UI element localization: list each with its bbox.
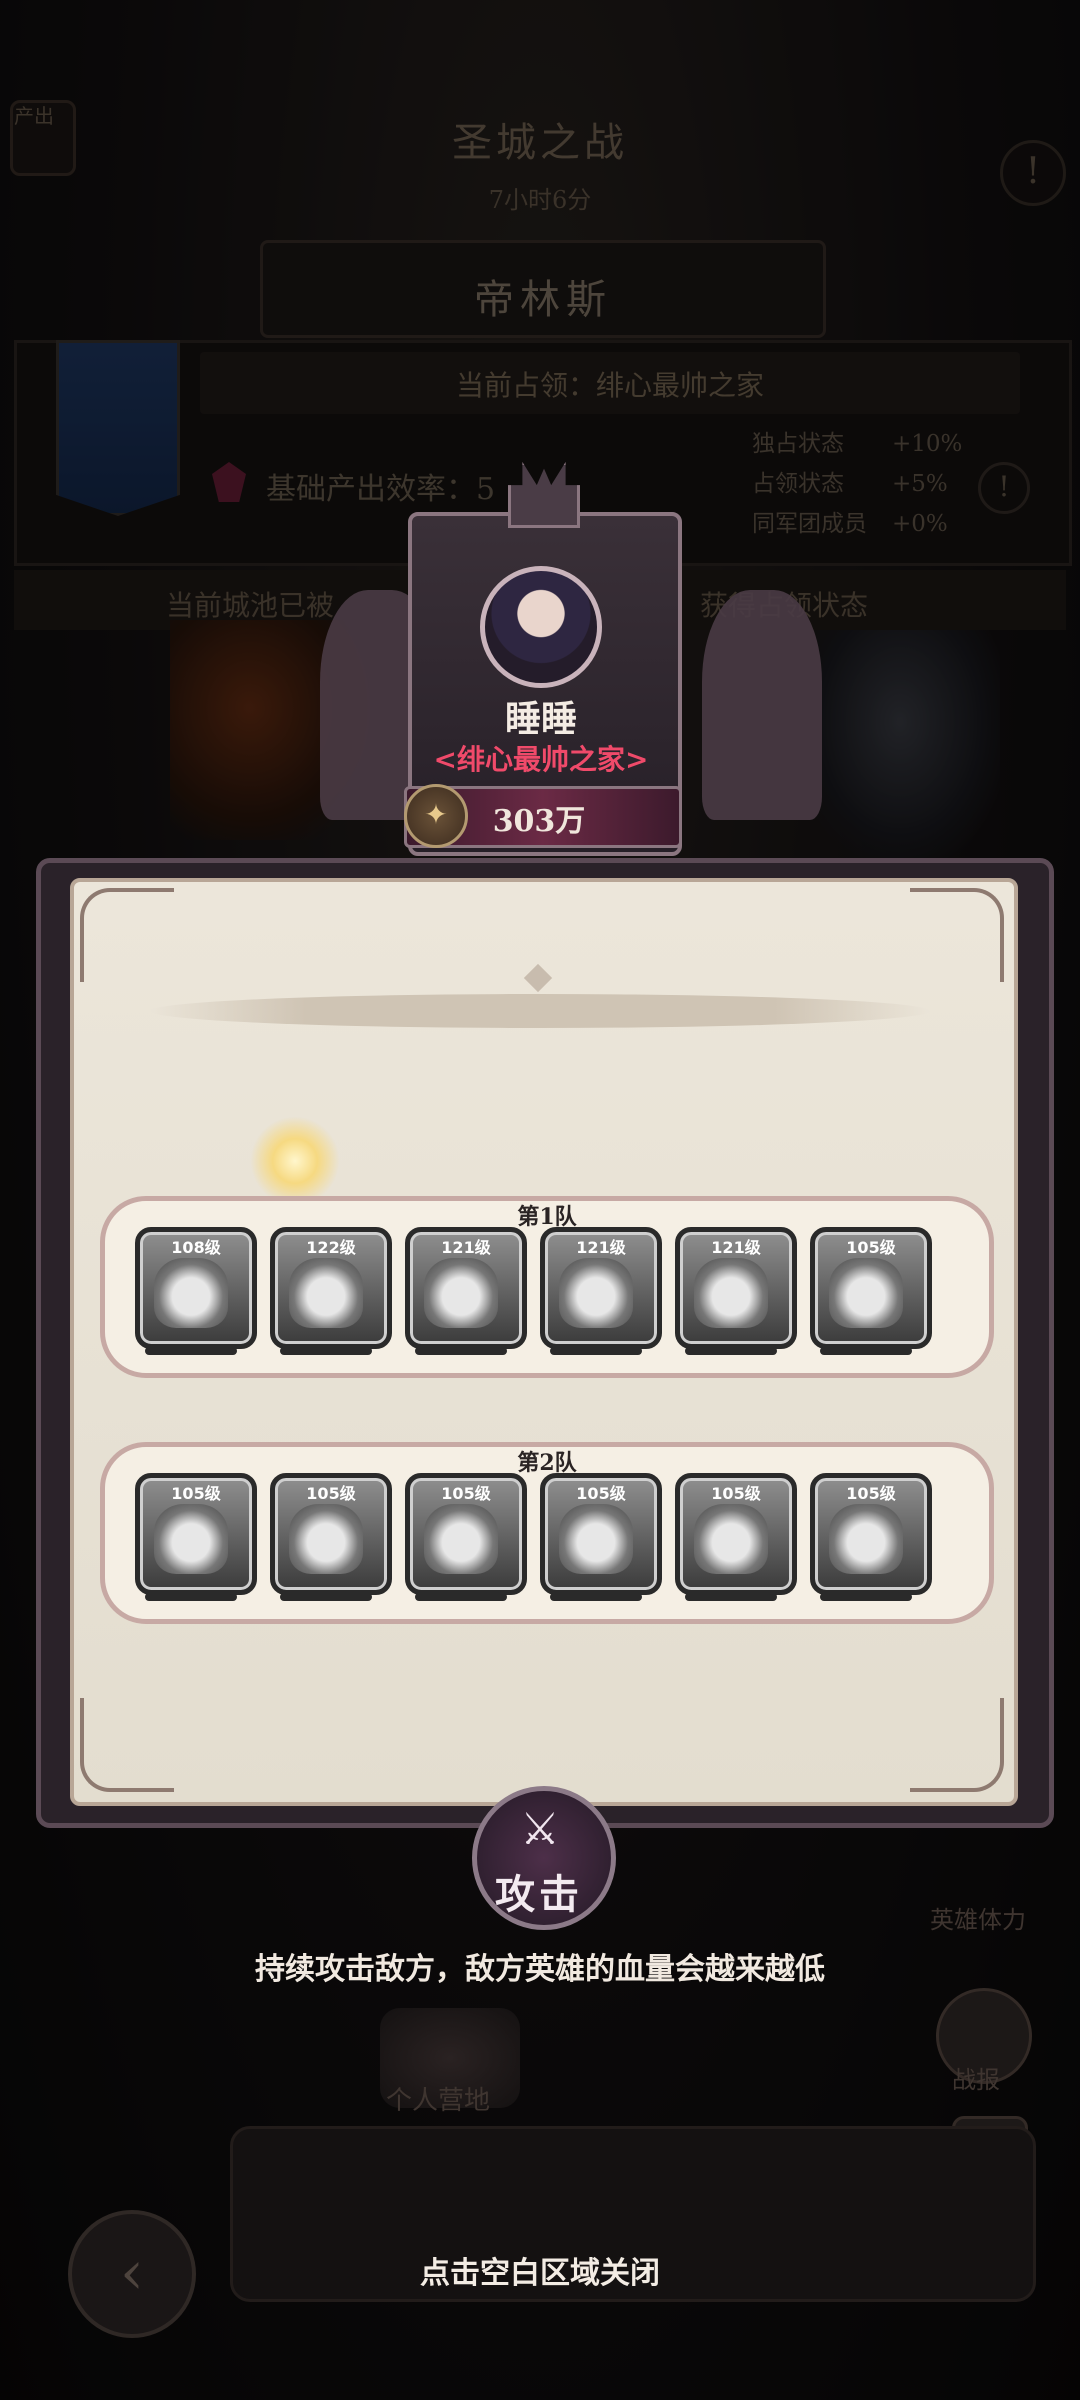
crossed-swords-icon: ⚔ <box>520 1804 560 1855</box>
hero-slot[interactable]: 105级 <box>675 1473 797 1595</box>
player-name: 睡睡 <box>504 698 577 740</box>
hero-hp-bar <box>685 1593 777 1601</box>
attack-label: 攻击 <box>495 1871 583 1918</box>
hero-slot[interactable]: 105级 <box>810 1227 932 1349</box>
hero-level: 105级 <box>576 1484 626 1503</box>
hero-hp-bar <box>280 1347 372 1355</box>
hero-hp-bar <box>685 1347 777 1355</box>
hero-portrait <box>289 1258 363 1328</box>
attack-hint: 持续攻击敌方，敌方英雄的血量会越来越低 <box>255 1952 825 1987</box>
hero-level: 108级 <box>171 1238 221 1257</box>
hero-hp-bar <box>415 1347 507 1355</box>
hero-hp-bar <box>415 1593 507 1601</box>
team-2-panel: 第2队 105级 105级 105级 105级 105级 105级 <box>100 1442 994 1624</box>
hero-level: 121级 <box>576 1238 626 1257</box>
power-value: 303万 <box>492 804 586 839</box>
hero-slot[interactable]: 122级 <box>270 1227 392 1349</box>
hero-hp-bar <box>820 1593 912 1601</box>
hero-slot[interactable]: 108级 <box>135 1227 257 1349</box>
team-1-panel: 第1队 108级 122级 121级 121级 121级 105级 <box>100 1196 994 1378</box>
hero-portrait <box>154 1258 228 1328</box>
sparkle-glow <box>250 1116 340 1206</box>
hero-portrait <box>424 1258 498 1328</box>
hero-slot[interactable]: 105级 <box>270 1473 392 1595</box>
hero-portrait <box>424 1504 498 1574</box>
hero-portrait <box>694 1504 768 1574</box>
corner-ornament-icon <box>80 1698 174 1792</box>
player-guild: <绯心最帅之家> <box>433 743 649 776</box>
hero-level: 105级 <box>711 1484 761 1503</box>
player-avatar <box>480 566 602 688</box>
hero-portrait <box>829 1504 903 1574</box>
hero-hp-bar <box>280 1593 372 1601</box>
hero-level: 121级 <box>441 1238 491 1257</box>
hero-slot[interactable]: 121级 <box>405 1227 527 1349</box>
hero-hp-bar <box>145 1593 237 1601</box>
hero-level: 105级 <box>441 1484 491 1503</box>
hero-hp-bar <box>820 1347 912 1355</box>
corner-ornament-icon <box>910 888 1004 982</box>
hero-slot[interactable]: 105级 <box>405 1473 527 1595</box>
hero-level: 121级 <box>711 1238 761 1257</box>
hero-portrait <box>289 1504 363 1574</box>
corner-ornament-icon <box>80 888 174 982</box>
hero-slot[interactable]: 121级 <box>540 1227 662 1349</box>
power-icon: ✦ <box>404 784 468 848</box>
divider-ornament <box>150 994 930 1028</box>
hero-stamina-label: 英雄体力 <box>930 1906 1026 1934</box>
hero-portrait <box>154 1504 228 1574</box>
hero-portrait <box>559 1504 633 1574</box>
close-hint[interactable]: 点击空白区域关闭 <box>0 2248 1080 2292</box>
camp-label: 个人营地 <box>386 2086 491 2116</box>
hero-level: 105级 <box>846 1484 896 1503</box>
hero-portrait <box>694 1258 768 1328</box>
hero-slot[interactable]: 121级 <box>675 1227 797 1349</box>
hero-slot[interactable]: 105级 <box>540 1473 662 1595</box>
hero-hp-bar <box>550 1593 642 1601</box>
hero-slot[interactable]: 105级 <box>135 1473 257 1595</box>
hero-portrait <box>829 1258 903 1328</box>
hero-hp-bar <box>550 1347 642 1355</box>
corner-ornament-icon <box>910 1698 1004 1792</box>
hero-hp-bar <box>145 1347 237 1355</box>
hero-level: 105级 <box>846 1238 896 1257</box>
hero-portrait <box>559 1258 633 1328</box>
lion-statue-right-icon <box>702 590 822 820</box>
hero-level: 105级 <box>306 1484 356 1503</box>
battle-report-label: 战报 <box>952 2066 1000 2094</box>
hero-level: 122级 <box>306 1238 356 1257</box>
hero-slot[interactable]: 105级 <box>810 1473 932 1595</box>
hero-level: 105级 <box>171 1484 221 1503</box>
